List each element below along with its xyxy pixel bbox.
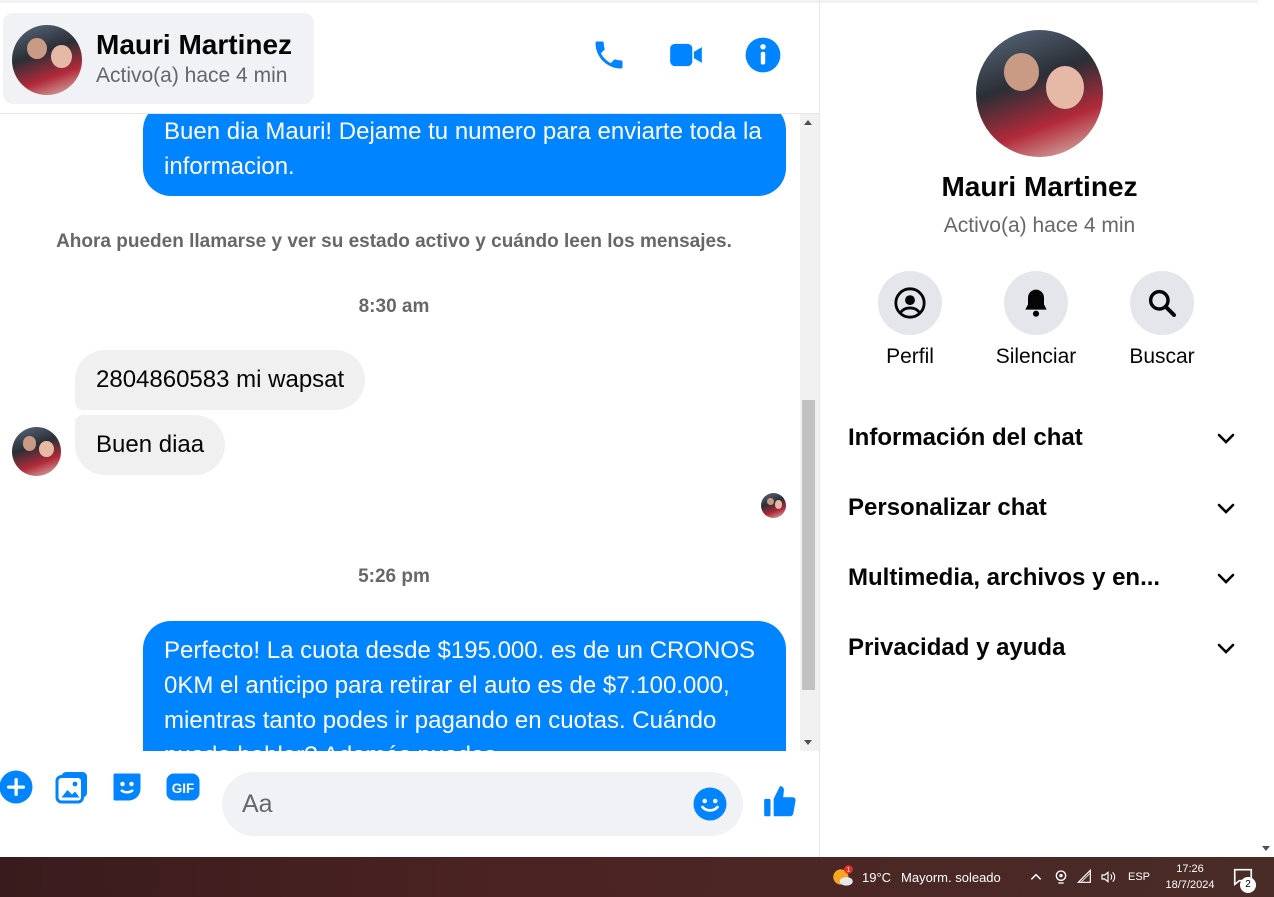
clock-date: 18/7/2024	[1165, 879, 1215, 891]
seen-receipt-avatar	[761, 493, 786, 518]
message-bubble-incoming[interactable]: 2804860583 mi wapsat	[75, 350, 366, 410]
profile-action-label: Perfil	[886, 345, 934, 368]
mute-action-button[interactable]: Silenciar	[986, 271, 1086, 369]
search-action-label: Buscar	[1129, 345, 1195, 368]
conversation-info-button[interactable]	[741, 33, 785, 77]
webcam-icon	[1055, 870, 1067, 884]
scroll-up-arrow[interactable]	[804, 120, 812, 125]
wifi-icon	[1077, 869, 1091, 883]
voice-call-button[interactable]	[587, 33, 631, 77]
search-icon	[1148, 289, 1176, 317]
section-title: Multimedia, archivos y en...	[848, 564, 1161, 591]
section-chat-info[interactable]: Información del chat	[848, 413, 1238, 463]
more-actions-button[interactable]	[0, 768, 35, 806]
page-scroll-down-arrow[interactable]	[1262, 846, 1270, 851]
bell-icon	[1025, 289, 1047, 317]
attach-media-button[interactable]	[53, 768, 91, 806]
composer-bar: GIF	[0, 751, 819, 857]
clock[interactable]: 17:26 18/7/2024	[1160, 857, 1220, 897]
plus-circle-icon	[0, 770, 33, 804]
weather-widget[interactable]: 1 19°C Mayorm. soleado	[830, 857, 1001, 897]
profile-name: Mauri Martinez	[941, 171, 1138, 202]
speaker-icon	[1101, 871, 1116, 883]
smiley-icon	[693, 787, 727, 821]
message-bubble-outgoing[interactable]: Buen dia Mauri! Dejame tu numero para en…	[143, 114, 786, 196]
sun-cloud-icon: 1	[833, 865, 853, 886]
chevron-down-icon	[1217, 643, 1235, 654]
message-bubble-incoming[interactable]: Buen diaa	[75, 415, 226, 475]
message-bubble-outgoing[interactable]: Perfecto! La cuota desde $195.000. es de…	[143, 621, 786, 751]
section-customize-chat[interactable]: Personalizar chat	[848, 483, 1238, 533]
messenger-window: Mauri Martinez Activo(a) hace 4 min Buen…	[0, 0, 1274, 857]
section-title: Información del chat	[848, 424, 1083, 451]
message-input[interactable]	[242, 786, 682, 822]
contact-avatar[interactable]	[12, 25, 82, 95]
timestamp: 5:26 pm	[358, 566, 430, 587]
like-button[interactable]	[761, 783, 799, 821]
section-title: Personalizar chat	[848, 494, 1047, 521]
chat-column: Mauri Martinez Activo(a) hace 4 min Buen…	[0, 0, 820, 857]
weather-temp: 19°C	[862, 869, 892, 885]
contact-name: Mauri Martinez	[96, 29, 293, 60]
gif-icon: GIF	[166, 773, 200, 801]
network-button[interactable]	[1077, 857, 1093, 897]
section-media-files[interactable]: Multimedia, archivos y en...	[848, 553, 1238, 603]
sticker-icon	[113, 773, 141, 801]
chevron-down-icon	[1217, 503, 1235, 514]
message-scrollbar[interactable]	[800, 114, 819, 751]
video-call-button[interactable]	[664, 33, 708, 77]
info-panel: Mauri Martinez Activo(a) hace 4 min Perf…	[821, 3, 1258, 857]
windows-taskbar: 1 19°C Mayorm. soleado ESP 17:26 18/7/20…	[0, 857, 1274, 897]
search-action-button[interactable]: Buscar	[1112, 271, 1212, 369]
info-icon	[745, 37, 781, 73]
chevron-down-icon	[1217, 433, 1235, 444]
volume-button[interactable]	[1100, 857, 1116, 897]
svg-text:GIF: GIF	[172, 781, 195, 796]
thumbs-up-icon	[764, 786, 796, 817]
chevron-down-icon	[1217, 573, 1235, 584]
scroll-thumb[interactable]	[802, 400, 815, 690]
section-title: Privacidad y ayuda	[848, 634, 1066, 661]
message-input-box[interactable]	[222, 772, 743, 836]
profile-action-button[interactable]: Perfil	[860, 271, 960, 369]
contact-header-button[interactable]: Mauri Martinez Activo(a) hace 4 min	[3, 13, 314, 104]
tray-meet-button[interactable]	[1053, 857, 1069, 897]
contact-status: Activo(a) hace 4 min	[96, 64, 288, 87]
weather-desc: Mayorm. soleado	[901, 869, 1001, 885]
scroll-down-arrow[interactable]	[804, 740, 812, 745]
chat-header: Mauri Martinez Activo(a) hace 4 min	[0, 3, 819, 114]
gif-button[interactable]: GIF	[164, 768, 202, 806]
system-notice: Ahora pueden llamarse y ver su estado ac…	[56, 231, 732, 252]
notification-count-badge: 2	[1240, 877, 1256, 893]
message-list[interactable]: Buen dia Mauri! Dejame tu numero para en…	[0, 114, 800, 751]
notifications-button[interactable]: 2	[1232, 857, 1256, 897]
show-hidden-icons-button[interactable]	[1029, 857, 1043, 897]
profile-status: Activo(a) hace 4 min	[943, 214, 1136, 237]
profile-avatar[interactable]	[976, 30, 1103, 157]
clock-time: 17:26	[1176, 863, 1204, 875]
photo-gallery-icon	[55, 772, 87, 804]
timestamp: 8:30 am	[358, 296, 430, 317]
weather-badge: 1	[847, 867, 851, 874]
user-circle-icon	[894, 287, 926, 319]
sticker-button[interactable]	[108, 768, 146, 806]
language-indicator[interactable]: ESP	[1128, 857, 1150, 897]
sender-avatar	[12, 427, 61, 476]
phone-icon	[595, 41, 623, 69]
emoji-button[interactable]	[692, 786, 728, 822]
chevron-up-icon	[1030, 873, 1042, 880]
mute-action-label: Silenciar	[995, 345, 1077, 368]
section-privacy-help[interactable]: Privacidad y ayuda	[848, 623, 1238, 673]
page-scrollbar[interactable]	[1258, 0, 1274, 857]
video-camera-icon	[670, 43, 702, 67]
